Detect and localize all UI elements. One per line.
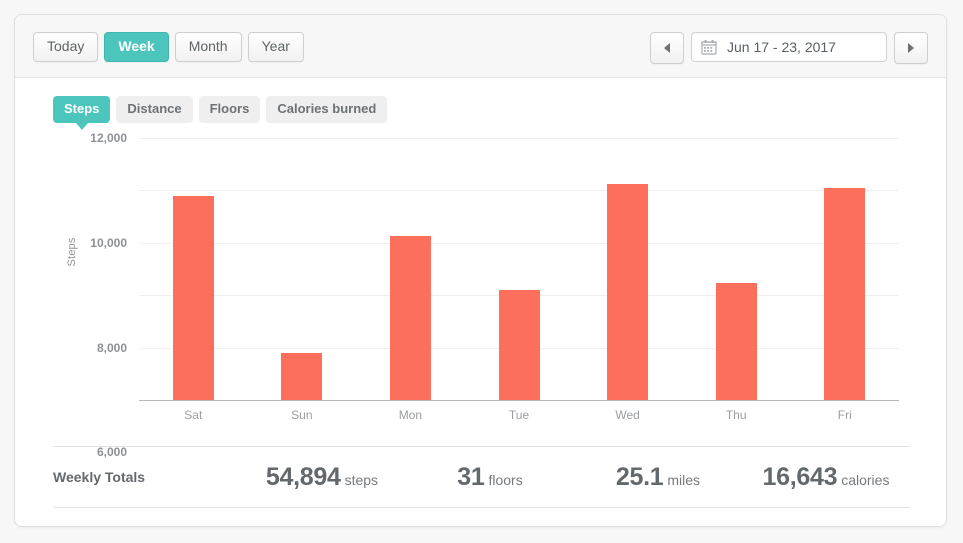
date-range-input[interactable]: Jun 17 - 23, 2017 <box>691 32 887 62</box>
range-button-today[interactable]: Today <box>33 32 99 62</box>
range-button-week[interactable]: Week <box>104 32 169 62</box>
bar[interactable] <box>172 195 214 400</box>
weekly-totals-row: Weekly Totals 54,894 steps 31 floors 25.1 m… <box>53 446 910 508</box>
chevron-right-icon <box>908 43 914 53</box>
bar-column[interactable]: Sun <box>248 138 357 422</box>
bar[interactable] <box>824 187 866 400</box>
bar-column[interactable]: Tue <box>465 138 574 422</box>
calendar-icon <box>701 40 717 55</box>
card-body: Steps Distance Floors Calories burned St… <box>15 78 946 526</box>
tab-calories-burned[interactable]: Calories burned <box>266 96 388 123</box>
card-header: Today Week Month Year Jun 17 - 23, 2017 <box>15 15 946 78</box>
bar[interactable] <box>715 283 757 400</box>
tab-steps[interactable]: Steps <box>53 96 111 130</box>
total-miles-unit: miles <box>667 471 701 488</box>
y-axis-title: Steps <box>66 237 78 267</box>
bar-series: Sat Sun Mon Tue Wed Thu Fri <box>139 138 899 422</box>
x-axis-line: 2,000 <box>139 400 899 401</box>
total-floors-value: 31 <box>457 462 485 491</box>
tab-distance[interactable]: Distance <box>116 96 193 123</box>
x-axis-tick-label: Sun <box>291 408 313 422</box>
y-axis-tick-label: 12,000 <box>90 131 127 145</box>
bar[interactable] <box>607 183 649 400</box>
bar[interactable] <box>389 236 431 400</box>
total-steps-unit: steps <box>344 471 379 488</box>
range-button-year[interactable]: Year <box>247 32 304 62</box>
date-range-value: Jun 17 - 23, 2017 <box>727 39 836 55</box>
total-miles: 25.1 miles <box>574 463 742 492</box>
total-steps-value: 54,894 <box>265 462 341 491</box>
bar-column[interactable]: Mon <box>356 138 465 422</box>
total-calories-unit: calories <box>841 471 890 488</box>
total-floors: 31 floors <box>406 463 574 492</box>
x-axis-tick-label: Fri <box>837 408 852 422</box>
weekly-totals-label: Weekly Totals <box>53 469 146 485</box>
bar[interactable] <box>498 289 540 400</box>
range-button-group: Today Week Month Year <box>33 32 304 62</box>
tab-floors[interactable]: Floors <box>198 96 261 123</box>
plot-area: 12,00010,0008,0006,0004,0002,000 SatSunM… <box>90 131 899 459</box>
activity-card: Today Week Month Year Jun 17 - 23, 2017 … <box>14 14 947 527</box>
total-calories: 16,643 calories <box>742 463 910 492</box>
x-axis-tick-label: Mon <box>398 408 423 422</box>
bar-column[interactable]: Thu <box>682 138 791 422</box>
range-button-month[interactable]: Month <box>174 32 242 62</box>
x-axis-tick-label: Thu <box>725 408 747 422</box>
date-navigation: Jun 17 - 23, 2017 <box>650 32 928 64</box>
bar-column[interactable]: Wed <box>573 138 682 422</box>
total-floors-unit: floors <box>488 471 523 488</box>
bar-column[interactable]: Fri <box>790 138 899 422</box>
total-steps: 54,894 steps <box>238 463 406 492</box>
y-axis-tick-label: 10,000 <box>90 235 127 250</box>
bar[interactable] <box>281 352 323 400</box>
metric-tab-group: Steps Distance Floors Calories burned <box>53 96 388 130</box>
next-period-button[interactable] <box>894 32 928 64</box>
total-miles-value: 25.1 <box>615 462 664 491</box>
previous-period-button[interactable] <box>650 32 684 64</box>
steps-bar-chart: Steps 12,00010,0008,0006,0004,0002,000 S… <box>15 120 946 459</box>
bar-column[interactable]: Sat <box>139 138 248 422</box>
x-axis-tick-label: Sat <box>184 408 203 422</box>
chevron-left-icon <box>664 43 670 53</box>
x-axis-tick-label: Wed <box>615 408 640 422</box>
x-axis-tick-label: Tue <box>508 408 530 422</box>
total-calories-value: 16,643 <box>762 462 838 491</box>
y-axis-tick-label: 8,000 <box>96 340 127 355</box>
